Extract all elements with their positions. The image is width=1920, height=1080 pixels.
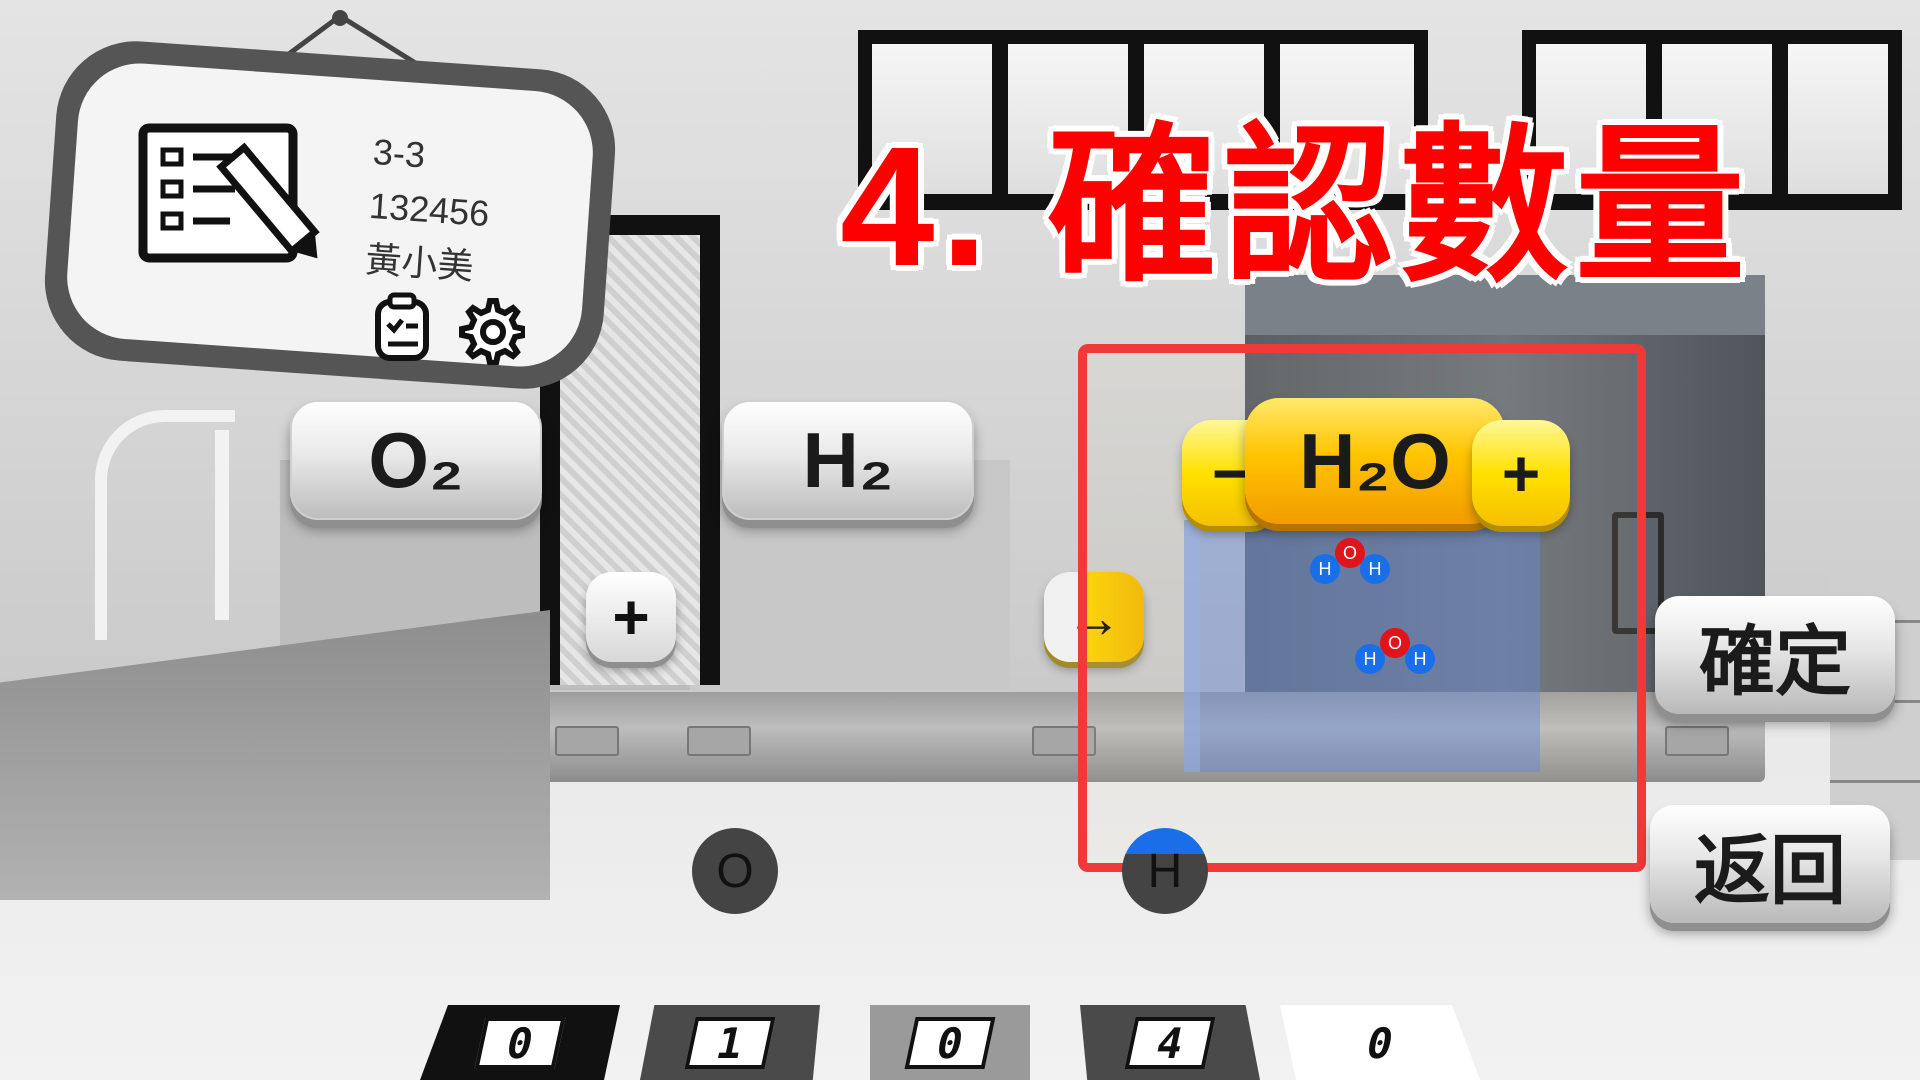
reactant-h2-button[interactable]: H₂	[722, 400, 974, 520]
counter-value: 0	[474, 1016, 566, 1069]
faucet	[95, 410, 235, 640]
power-outlet	[555, 726, 619, 756]
reactant-o2-button[interactable]: O₂	[290, 400, 542, 520]
faucet-stem	[215, 430, 229, 620]
counter-tile: 0	[1280, 1005, 1480, 1080]
water-molecule: O H H	[1300, 532, 1400, 592]
oxygen-selector[interactable]: O	[692, 828, 778, 914]
clipboard-check-icon[interactable]	[372, 292, 432, 362]
counter-value: 4	[1124, 1016, 1216, 1069]
power-outlet	[687, 726, 751, 756]
product-h2o-button[interactable]: H₂O	[1245, 398, 1505, 524]
counter-value: 1	[684, 1016, 776, 1069]
counter-tile: 1	[640, 1005, 820, 1080]
counter-value: 0	[1334, 1016, 1426, 1069]
hydrogen-selector[interactable]: H	[1122, 828, 1208, 914]
user-info: 3-3 132456 黃小美	[364, 125, 495, 295]
confirm-button[interactable]: 確定	[1655, 596, 1895, 714]
increase-button[interactable]: +	[1472, 420, 1570, 526]
hydrogen-atom: H	[1310, 554, 1340, 584]
back-button[interactable]: 返回	[1650, 805, 1890, 923]
counter-tile: 0	[870, 1005, 1030, 1080]
hydrogen-selector-label: H	[1147, 844, 1183, 898]
water-molecule: O H H	[1345, 622, 1445, 682]
hydrogen-atom: H	[1405, 644, 1435, 674]
counter-tile: 0	[420, 1005, 620, 1080]
user-class: 3-3	[371, 130, 427, 176]
gear-icon[interactable]	[455, 295, 525, 365]
hydrogen-atom: H	[1355, 644, 1385, 674]
step-title: 4. 確認數量	[840, 112, 1752, 302]
power-outlet	[1665, 726, 1729, 756]
hydrogen-atom: H	[1360, 554, 1390, 584]
counter-value: 0	[904, 1016, 996, 1069]
user-name: 黃小美	[364, 238, 475, 288]
plus-operator: +	[586, 572, 676, 662]
list-pencil-icon[interactable]	[135, 120, 335, 270]
counter-tile: 4	[1080, 1005, 1260, 1080]
oxygen-selector-label: O	[716, 844, 754, 898]
user-id: 132456	[367, 184, 491, 235]
